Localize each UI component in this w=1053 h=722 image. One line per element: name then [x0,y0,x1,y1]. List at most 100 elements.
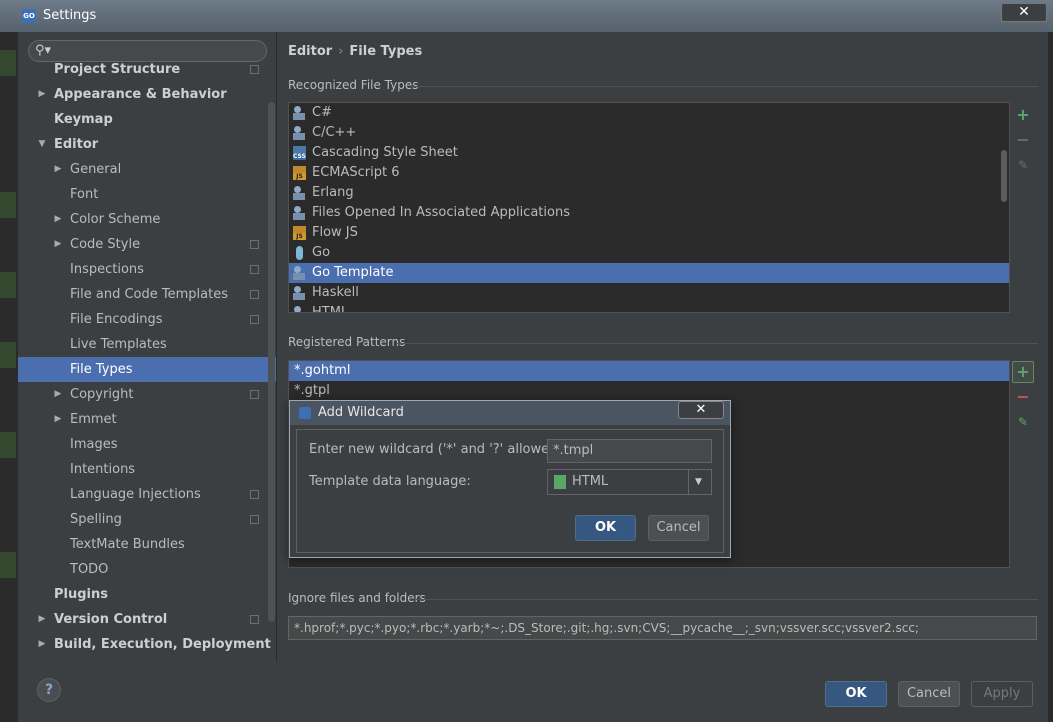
editor-gutter-mark [0,342,16,368]
js-file-icon: JS [293,226,306,240]
help-button[interactable]: ? [37,678,61,702]
pattern-row[interactable]: *.gohtml [289,361,1009,381]
add-pattern-button[interactable]: + [1012,361,1034,383]
sidebar-item-keymap[interactable]: Keymap [18,107,276,132]
template-language-value: HTML [572,474,609,489]
file-type-row[interactable]: HTML [289,303,1009,313]
file-type-icon [293,286,306,300]
sidebar-item-images[interactable]: Images [18,432,276,457]
sidebar-item-label: TODO [70,562,109,577]
file-type-label: Cascading Style Sheet [312,145,458,160]
sidebar-item-file-types[interactable]: File Types [18,357,276,382]
edit-pattern-button[interactable]: ✎ [1014,413,1032,431]
sidebar-item-copyright[interactable]: ▶ Copyright [18,382,276,407]
add-file-type-button[interactable]: + [1014,106,1032,124]
file-type-label: HTML [312,305,349,313]
file-type-row[interactable]: Go Template [289,263,1009,283]
breadcrumb-parent: Editor [288,44,333,59]
search-icon: ⚲▾ [35,43,52,58]
expand-right-icon[interactable]: ▶ [52,207,64,232]
file-types-scrollbar[interactable] [1001,150,1007,202]
add-wildcard-dialog: Add Wildcard ✕ Enter new wildcard ('*' a… [289,400,731,558]
sidebar-scrollbar[interactable] [268,102,275,622]
pattern-row[interactable]: *.gtpl [289,381,1009,401]
wildcard-ok-button[interactable]: OK [575,515,636,541]
file-type-row[interactable]: JS ECMAScript 6 [289,163,1009,183]
expand-down-icon[interactable]: ▼ [36,132,48,157]
sidebar-item-spelling[interactable]: Spelling [18,507,276,532]
project-settings-icon [250,490,259,499]
file-type-label: C# [312,105,332,120]
file-type-label: Go Template [312,265,394,280]
wildcard-label: Enter new wildcard ('*' and '?' allowed)… [309,442,567,457]
expand-right-icon[interactable]: ▶ [52,157,64,182]
expand-right-icon[interactable]: ▶ [36,632,48,657]
sidebar-item-color-scheme[interactable]: ▶ Color Scheme [18,207,276,232]
sidebar-item-emmet[interactable]: ▶ Emmet [18,407,276,432]
sidebar-item-version-control[interactable]: ▶ Version Control [18,607,276,632]
divider [416,599,1038,600]
recognized-file-types-list[interactable]: C# C/C++ CSS Cascading Style Sheet JS ECMAScr… [288,102,1010,313]
sidebar-item-inspections[interactable]: Inspections [18,257,276,282]
sidebar-item-code-style[interactable]: ▶ Code Style [18,232,276,257]
file-type-row[interactable]: Go [289,243,1009,263]
file-type-row[interactable]: Erlang [289,183,1009,203]
sidebar-item-label: General [70,162,122,177]
template-language-select[interactable]: HTML ▼ [547,469,712,495]
file-type-label: Files Opened In Associated Applications [312,205,570,220]
sidebar-item-editor[interactable]: ▼ Editor [18,132,276,157]
expand-right-icon[interactable]: ▶ [52,382,64,407]
sidebar-item-general[interactable]: ▶ General [18,157,276,182]
sidebar-item-todo[interactable]: TODO [18,557,276,582]
expand-right-icon[interactable]: ▶ [36,607,48,632]
sidebar-item-file-and-code-templates[interactable]: File and Code Templates [18,282,276,307]
expand-right-icon[interactable]: ▶ [36,82,48,107]
divider [412,86,1038,87]
sidebar-item-project-structure[interactable]: Project Structure [18,57,276,82]
window-close-button[interactable]: ✕ [1001,3,1047,22]
ignore-files-input[interactable]: *.hprof;*.pyc;*.pyo;*.rbc;*.yarb;*~;.DS_… [288,616,1037,640]
js-file-icon: JS [293,166,306,180]
wildcard-input[interactable]: *.tmpl [547,439,712,463]
wildcard-cancel-button[interactable]: Cancel [648,515,709,541]
file-type-row[interactable]: CSS Cascading Style Sheet [289,143,1009,163]
sidebar-item-label: Keymap [54,112,113,127]
sidebar-item-appearance-behavior[interactable]: ▶ Appearance & Behavior [18,82,276,107]
apply-button[interactable]: Apply [971,681,1033,707]
file-type-label: Haskell [312,285,359,300]
remove-pattern-button[interactable]: − [1014,388,1032,406]
sidebar-item-label: Appearance & Behavior [54,87,227,102]
remove-file-type-button[interactable]: − [1014,131,1032,149]
sidebar-item-plugins[interactable]: Plugins [18,582,276,607]
file-type-row[interactable]: C# [289,103,1009,123]
project-settings-icon [250,615,259,624]
file-type-icon [293,106,306,120]
sidebar-item-live-templates[interactable]: Live Templates [18,332,276,357]
ignore-files-heading: Ignore files and folders [288,591,426,605]
file-icon-badge: JS [293,173,306,180]
sidebar-item-intentions[interactable]: Intentions [18,457,276,482]
file-type-row[interactable]: JS Flow JS [289,223,1009,243]
expand-right-icon[interactable]: ▶ [52,232,64,257]
sidebar-item-font[interactable]: Font [18,182,276,207]
file-type-row[interactable]: Files Opened In Associated Applications [289,203,1009,223]
file-type-label: Go [312,245,331,260]
sidebar-item-file-encodings[interactable]: File Encodings [18,307,276,332]
sidebar-item-label: Editor [54,137,99,152]
ok-button[interactable]: OK [825,681,887,707]
sidebar-item-textmate-bundles[interactable]: TextMate Bundles [18,532,276,557]
sidebar-item-label: Inspections [70,262,144,277]
cancel-button[interactable]: Cancel [898,681,960,707]
sidebar-item-label: Color Scheme [70,212,161,227]
sidebar-item-language-injections[interactable]: Language Injections [18,482,276,507]
file-type-row[interactable]: Haskell [289,283,1009,303]
file-type-row[interactable]: C/C++ [289,123,1009,143]
sidebar-item-label: Build, Execution, Deployment [54,637,271,652]
file-type-icon [293,266,306,280]
go-file-icon [293,246,306,260]
add-wildcard-close-button[interactable]: ✕ [678,401,724,419]
sidebar-item-build-execution-deployment[interactable]: ▶ Build, Execution, Deployment [18,632,276,657]
expand-right-icon[interactable]: ▶ [52,407,64,432]
project-settings-icon [250,390,259,399]
edit-file-type-button[interactable]: ✎ [1014,156,1032,174]
